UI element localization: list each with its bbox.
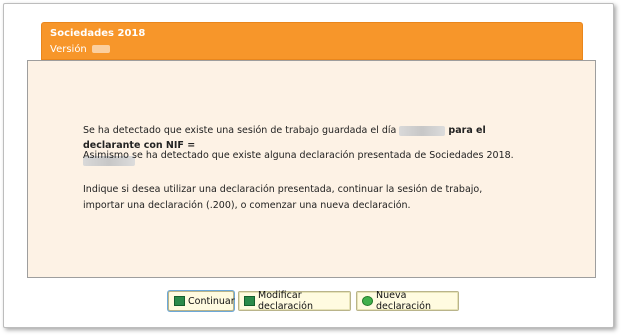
- continuar-button[interactable]: Continuar: [168, 291, 235, 311]
- version-text: Versión: [50, 44, 87, 55]
- modificar-declaracion-button[interactable]: Modificar declaración: [238, 290, 351, 312]
- message-panel: Se ha detectado que existe una sesión de…: [27, 60, 596, 278]
- instruction-message: Indique si desea utilizar una declaració…: [83, 184, 483, 211]
- continuar-label: Continuar: [188, 295, 235, 307]
- button-bar: Continuar Modificar declaración Nueva de…: [0, 290, 621, 313]
- session-message-prefix: Se ha detectado que existe una sesión de…: [83, 125, 397, 136]
- nueva-label: Nueva declaración: [376, 290, 431, 312]
- redacted-date: [399, 125, 446, 136]
- version-label: Versión: [50, 44, 110, 55]
- document-icon: [174, 296, 185, 306]
- go-icon: [362, 296, 373, 306]
- redacted-version: [91, 45, 110, 53]
- modificar-label: Modificar declaración: [258, 290, 313, 312]
- presented-message: Asimismo se ha detectado que existe algu…: [83, 150, 514, 161]
- panel-title: Sociedades 2018: [50, 28, 146, 39]
- document-icon: [244, 296, 255, 306]
- nueva-declaracion-button[interactable]: Nueva declaración: [356, 290, 459, 312]
- panel-header: Sociedades 2018 Versión: [41, 22, 583, 60]
